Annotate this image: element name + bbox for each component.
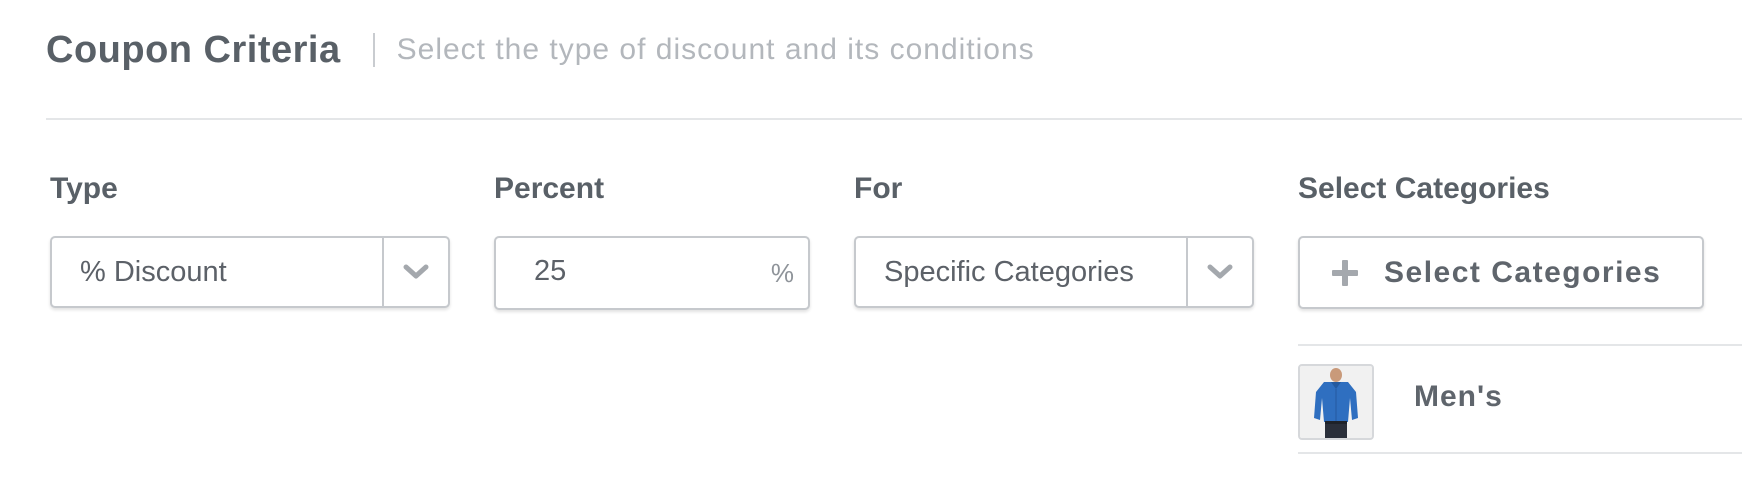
- select-categories-button[interactable]: Select Categories: [1298, 236, 1704, 309]
- list-item[interactable]: Men's: [1298, 344, 1742, 454]
- section-title: Coupon Criteria: [46, 28, 341, 71]
- percent-input[interactable]: [532, 238, 756, 304]
- header-divider: [46, 118, 1742, 120]
- header-separator: [372, 33, 375, 67]
- for-select[interactable]: Specific Categories: [854, 236, 1254, 308]
- type-select-toggle[interactable]: [382, 238, 448, 306]
- selected-categories-list: Men's: [1298, 344, 1742, 454]
- shirt-thumbnail: [1298, 364, 1374, 440]
- type-select[interactable]: % Discount: [50, 236, 450, 308]
- for-select-toggle[interactable]: [1186, 238, 1252, 306]
- percent-suffix: %: [770, 258, 794, 288]
- percent-field[interactable]: %: [494, 236, 810, 310]
- type-select-value: % Discount: [80, 255, 227, 288]
- plus-icon: [1330, 258, 1360, 288]
- section-subtitle: Select the type of discount and its cond…: [396, 33, 1035, 66]
- section-header: Coupon Criteria Select the type of disco…: [46, 22, 1035, 78]
- chevron-down-icon: [1207, 264, 1233, 279]
- categories-label: Select Categories: [1298, 172, 1550, 205]
- category-name: Men's: [1414, 380, 1503, 413]
- for-select-value: Specific Categories: [884, 255, 1134, 288]
- type-label: Type: [50, 172, 118, 205]
- for-label: For: [854, 172, 903, 205]
- select-categories-button-label: Select Categories: [1384, 255, 1662, 289]
- percent-label: Percent: [494, 172, 605, 205]
- chevron-down-icon: [403, 264, 429, 279]
